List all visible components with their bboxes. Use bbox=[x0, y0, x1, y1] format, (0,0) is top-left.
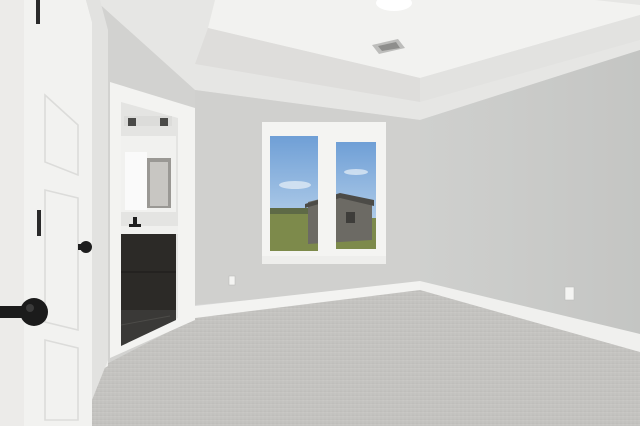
scene-svg bbox=[0, 0, 640, 426]
bedroom-door bbox=[0, 0, 108, 426]
bathroom-doorway bbox=[110, 82, 195, 358]
bedroom-photo bbox=[0, 0, 640, 426]
door-knob-icon bbox=[20, 298, 48, 326]
door-slab bbox=[24, 0, 92, 426]
outlet-icon bbox=[564, 286, 575, 301]
vanity-countertop bbox=[121, 226, 178, 234]
window bbox=[262, 122, 386, 264]
window-mullion bbox=[318, 128, 336, 258]
outlet-icon bbox=[228, 275, 236, 286]
